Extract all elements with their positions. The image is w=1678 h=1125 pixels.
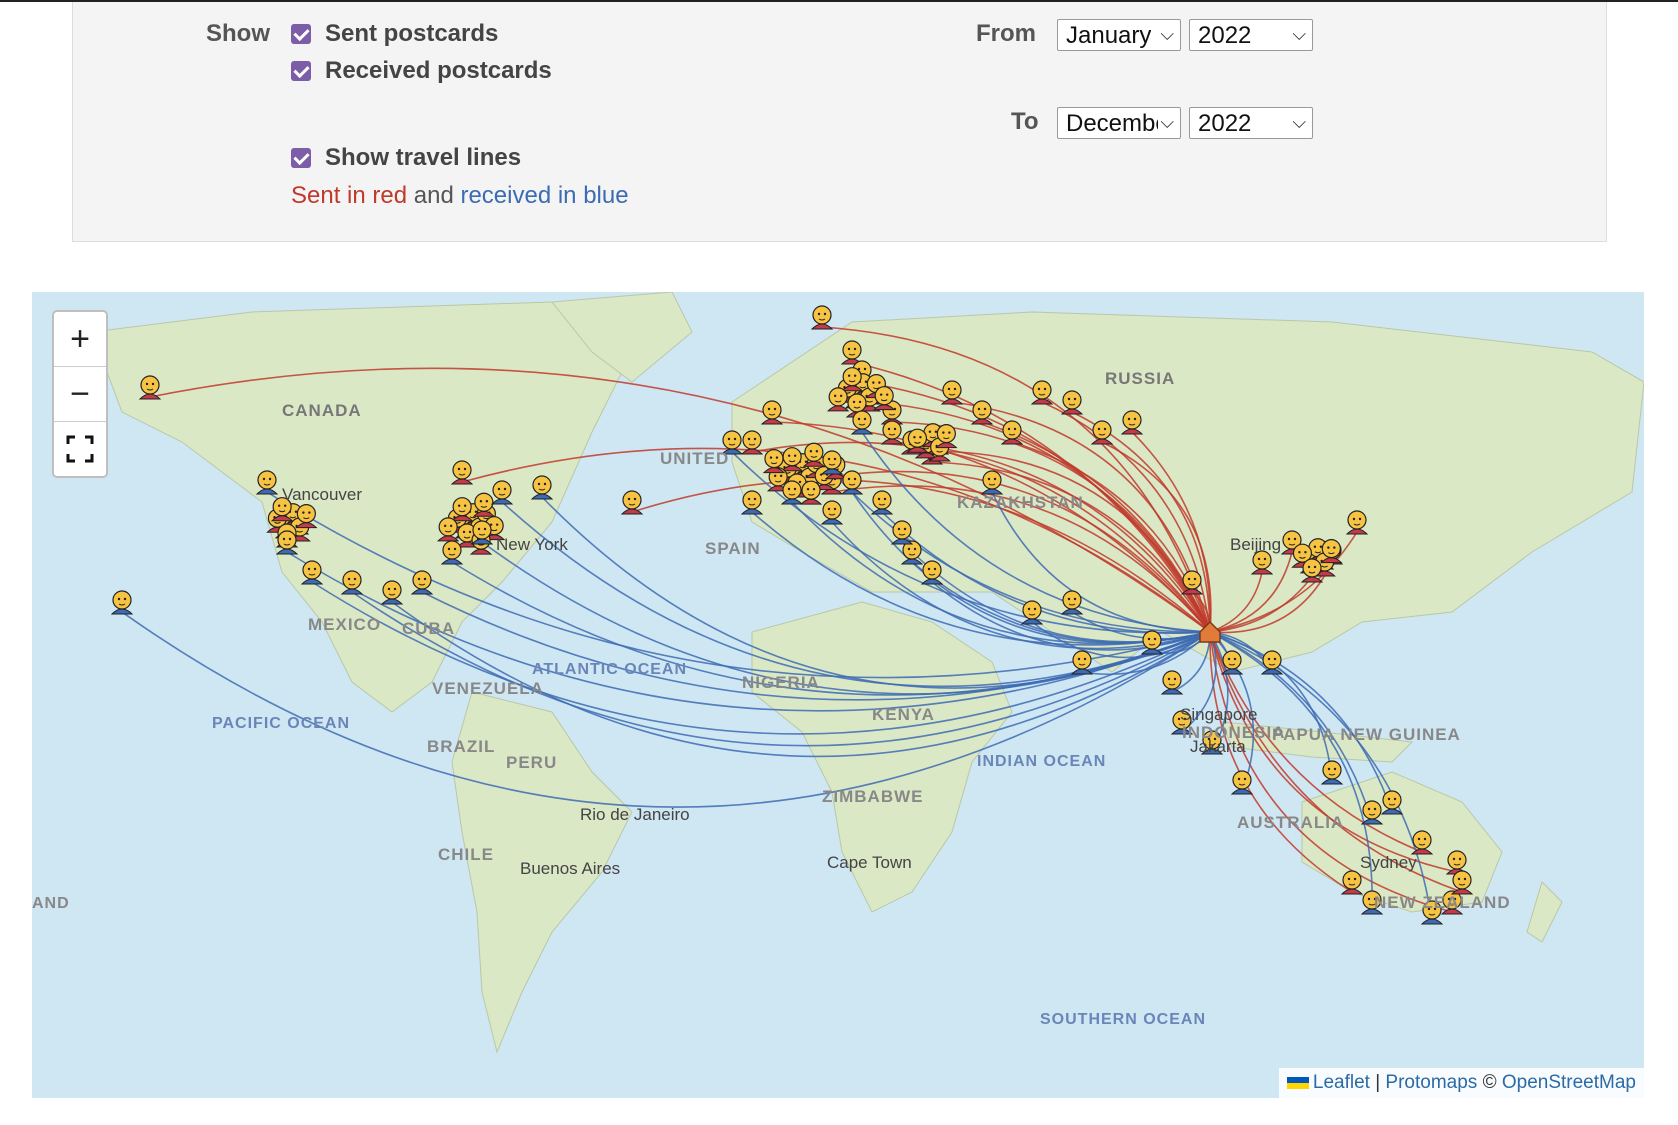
map-label-country: CHILE xyxy=(438,845,494,864)
chevron-down-icon: ⌵ xyxy=(1292,112,1306,132)
map-attribution: Leaflet | Protomaps © OpenStreetMap xyxy=(1278,1068,1644,1098)
map-label-country: NEW ZEALAND xyxy=(1374,893,1511,912)
show-label: Show xyxy=(206,20,270,47)
map-label-city: Rio de Janeiro xyxy=(580,805,690,824)
chevron-down-icon: ⌵ xyxy=(1160,112,1174,132)
line-color-legend: Sent in red and received in blue xyxy=(291,182,629,210)
chevron-down-icon: ⌵ xyxy=(1292,24,1306,44)
map-label-ocean: INDIAN OCEAN xyxy=(977,753,1106,770)
sent-postcards-option[interactable]: Sent postcards xyxy=(291,20,498,48)
to-year-select[interactable]: 2022 ⌵ xyxy=(1189,107,1313,139)
from-month-select[interactable]: January ⌵ xyxy=(1057,19,1181,51)
map-label-city: Sydney xyxy=(1360,853,1417,872)
map-label-country: SPAIN xyxy=(705,539,761,558)
zoom-control: + − xyxy=(52,310,108,478)
world-map[interactable]: CANADA RUSSIA KAZAKHSTAN SPAIN UNITED MEXICO C… xyxy=(32,292,1644,1098)
fullscreen-button[interactable] xyxy=(54,422,106,476)
zoom-out-button[interactable]: − xyxy=(54,367,106,422)
map-label-city: Beijing xyxy=(1230,535,1281,554)
to-year-value: 2022 xyxy=(1198,110,1252,137)
map-label-ocean: PACIFIC OCEAN xyxy=(212,715,350,732)
map-label-city: Jakarta xyxy=(1190,737,1246,756)
legend-sent: Sent in red xyxy=(291,182,408,209)
from-label: From xyxy=(976,20,1036,47)
map-label-country: UNITED xyxy=(660,449,729,468)
to-month-value: December xyxy=(1066,110,1158,137)
map-label-country: MEXICO xyxy=(308,615,381,634)
map-label-country: BRAZIL xyxy=(427,737,495,756)
map-label-country: RUSSIA xyxy=(1105,369,1175,388)
copyright-symbol: © xyxy=(1482,1072,1497,1093)
map-label-country: ZIMBABWE xyxy=(822,787,923,806)
map-label-country: KENYA xyxy=(872,705,935,724)
to-month-select[interactable]: December ⌵ xyxy=(1057,107,1181,139)
map-label-city: Vancouver xyxy=(282,485,362,504)
from-year-select[interactable]: 2022 ⌵ xyxy=(1189,19,1313,51)
fullscreen-icon xyxy=(66,435,94,463)
map-label-city: Buenos Aires xyxy=(520,859,620,878)
sent-postcards-label: Sent postcards xyxy=(325,20,499,47)
protomaps-link[interactable]: Protomaps xyxy=(1385,1072,1477,1093)
received-postcards-option[interactable]: Received postcards xyxy=(291,57,552,85)
map-label-city: Cape Town xyxy=(827,853,912,872)
leaflet-link[interactable]: Leaflet xyxy=(1313,1072,1370,1093)
map-label-country: NIGERIA xyxy=(742,673,820,692)
from-year-value: 2022 xyxy=(1198,22,1252,49)
map-label-country: CUBA xyxy=(402,619,455,638)
from-month-value: January xyxy=(1066,22,1152,49)
map-label-ocean: SOUTHERN OCEAN xyxy=(1040,1011,1206,1028)
legend-received: received in blue xyxy=(460,182,629,209)
map-label-country: AND xyxy=(32,895,70,912)
map-label-country: CANADA xyxy=(282,401,362,420)
travel-lines-checkbox[interactable] xyxy=(291,148,311,168)
osm-link[interactable]: OpenStreetMap xyxy=(1502,1072,1636,1093)
ukraine-flag-icon xyxy=(1286,1076,1309,1089)
map-label-country: AUSTRALIA xyxy=(1237,813,1344,832)
map-label-city: Singapore xyxy=(1180,705,1258,724)
legend-and: and xyxy=(413,182,454,209)
to-label: To xyxy=(1011,108,1039,135)
map-label-country: PERU xyxy=(506,753,557,772)
sent-postcards-checkbox[interactable] xyxy=(291,24,311,44)
map-label-country: KAZAKHSTAN xyxy=(957,493,1084,512)
map-label-ocean: ATLANTIC OCEAN xyxy=(532,661,687,678)
chevron-down-icon: ⌵ xyxy=(1160,24,1174,44)
received-postcards-checkbox[interactable] xyxy=(291,61,311,81)
map-canvas[interactable]: CANADA RUSSIA KAZAKHSTAN SPAIN UNITED MEXICO C… xyxy=(32,292,1644,1098)
received-postcards-label: Received postcards xyxy=(325,57,552,84)
travel-lines-option[interactable]: Show travel lines xyxy=(291,144,521,172)
map-label-country: PAPUA NEW GUINEA xyxy=(1272,725,1461,744)
travel-lines-label: Show travel lines xyxy=(325,144,522,171)
map-label-city: New York xyxy=(496,535,568,554)
attribution-separator: | xyxy=(1375,1072,1381,1093)
zoom-in-button[interactable]: + xyxy=(54,312,106,367)
filter-panel: Show Sent postcards Received postcards S… xyxy=(72,2,1607,242)
map-label-country: VENEZUELA xyxy=(432,679,544,698)
